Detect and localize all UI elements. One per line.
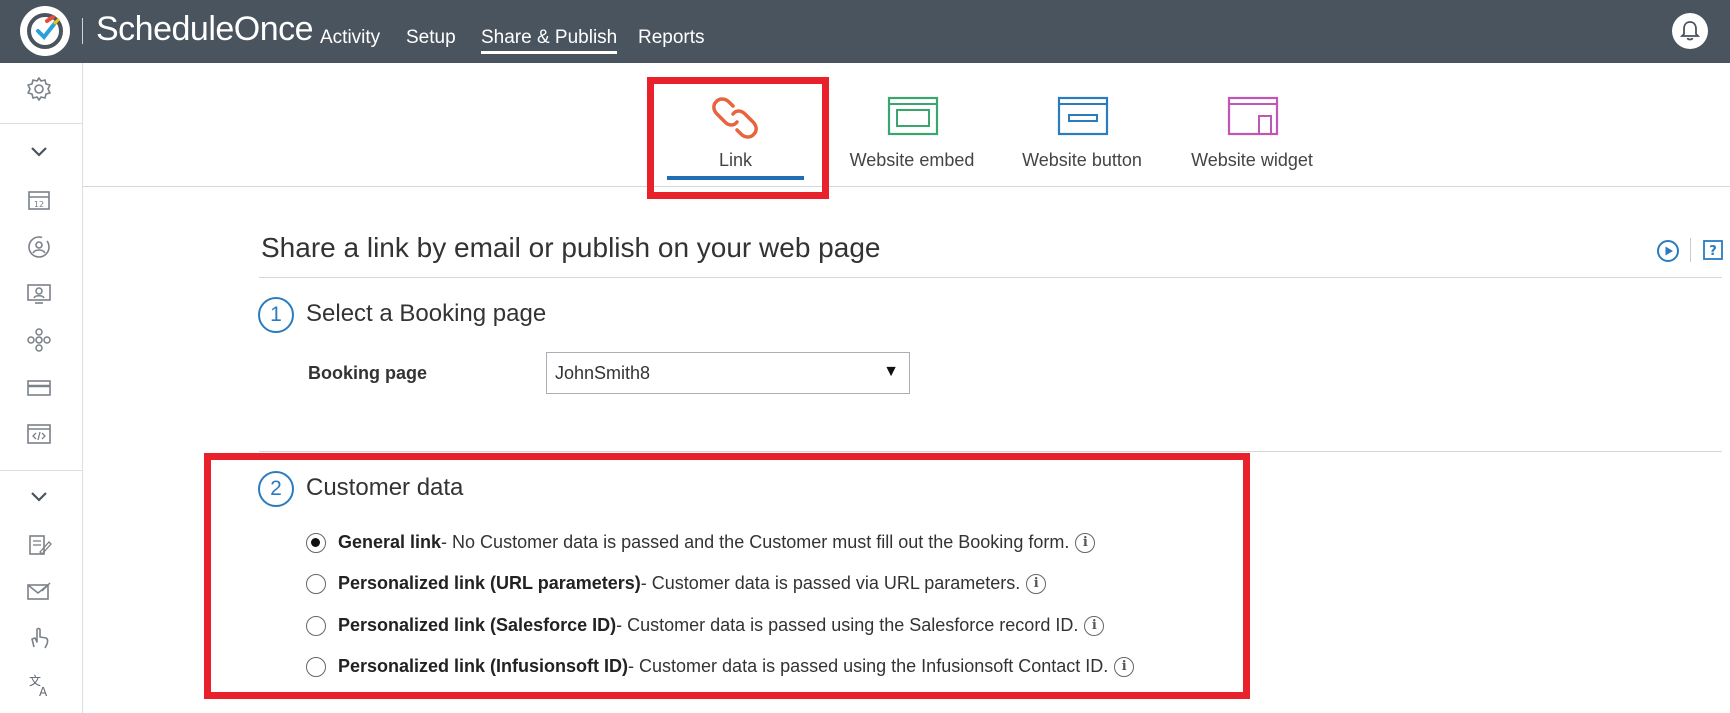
highlight-box-link-tab <box>647 77 829 199</box>
code-embed-icon[interactable] <box>25 420 53 448</box>
website-button-icon <box>1057 96 1109 136</box>
sidebar-divider <box>0 470 82 471</box>
tab-website-button[interactable]: Website button <box>1016 90 1148 180</box>
chevron-down-icon[interactable] <box>25 138 53 166</box>
booking-page-select[interactable]: JohnSmith8 ▼ <box>546 352 910 394</box>
page-title: Share a link by email or publish on your… <box>261 232 881 263</box>
form-edit-icon[interactable] <box>25 531 53 559</box>
play-video-icon[interactable] <box>1656 239 1680 268</box>
payment-card-icon[interactable] <box>25 374 53 402</box>
user-sync-icon[interactable] <box>25 233 53 261</box>
nav-reports[interactable]: Reports <box>638 27 705 49</box>
left-sidebar: 12 文A <box>0 63 83 713</box>
integrations-icon[interactable] <box>25 326 53 354</box>
website-embed-icon <box>887 96 939 136</box>
brand-name: ScheduleOnce <box>96 10 314 48</box>
svg-text:?: ? <box>1709 244 1717 259</box>
tab-website-widget[interactable]: Website widget <box>1185 90 1319 180</box>
highlight-box-customer-data <box>204 453 1250 699</box>
svg-text:12: 12 <box>34 200 44 209</box>
scheduleonce-logo[interactable] <box>20 6 70 56</box>
svg-text:A: A <box>39 685 48 698</box>
nav-activity[interactable]: Activity <box>320 27 380 49</box>
tab-website-widget-label: Website widget <box>1191 150 1313 170</box>
settings-gear-icon[interactable] <box>25 75 53 103</box>
logo-divider <box>82 18 83 44</box>
step1-title: Select a Booking page <box>306 300 547 327</box>
sidebar-divider <box>0 123 82 124</box>
bell-icon <box>1679 21 1701 41</box>
calendar-icon[interactable]: 12 <box>25 186 53 214</box>
chevron-down-icon[interactable] <box>25 483 53 511</box>
translate-icon[interactable]: 文A <box>25 671 53 699</box>
title-divider <box>259 277 1722 278</box>
tabs-divider <box>83 186 1730 187</box>
logo-check-icon <box>27 13 63 49</box>
booking-page-label: Booking page <box>308 363 428 383</box>
section-divider <box>259 451 1722 452</box>
dropdown-arrow-icon: ▼ <box>883 363 899 380</box>
help-question-icon[interactable]: ? <box>1703 240 1723 265</box>
top-bar: ScheduleOnce Activity Setup Share & Publ… <box>0 0 1730 63</box>
website-widget-icon <box>1227 96 1279 136</box>
nav-share-publish[interactable]: Share & Publish <box>481 27 618 54</box>
email-notification-icon[interactable] <box>25 577 53 605</box>
hand-touch-icon[interactable] <box>25 624 53 652</box>
tab-website-button-label: Website button <box>1022 150 1142 170</box>
step-number-1: 1 <box>258 297 294 333</box>
tab-website-embed-label: Website embed <box>849 150 975 170</box>
booking-page-value: JohnSmith8 <box>555 363 651 383</box>
nav-setup[interactable]: Setup <box>406 27 456 49</box>
tab-website-embed[interactable]: Website embed <box>845 90 979 180</box>
user-screen-icon[interactable] <box>25 280 53 308</box>
help-divider <box>1690 238 1691 262</box>
notifications-button[interactable] <box>1672 13 1708 49</box>
